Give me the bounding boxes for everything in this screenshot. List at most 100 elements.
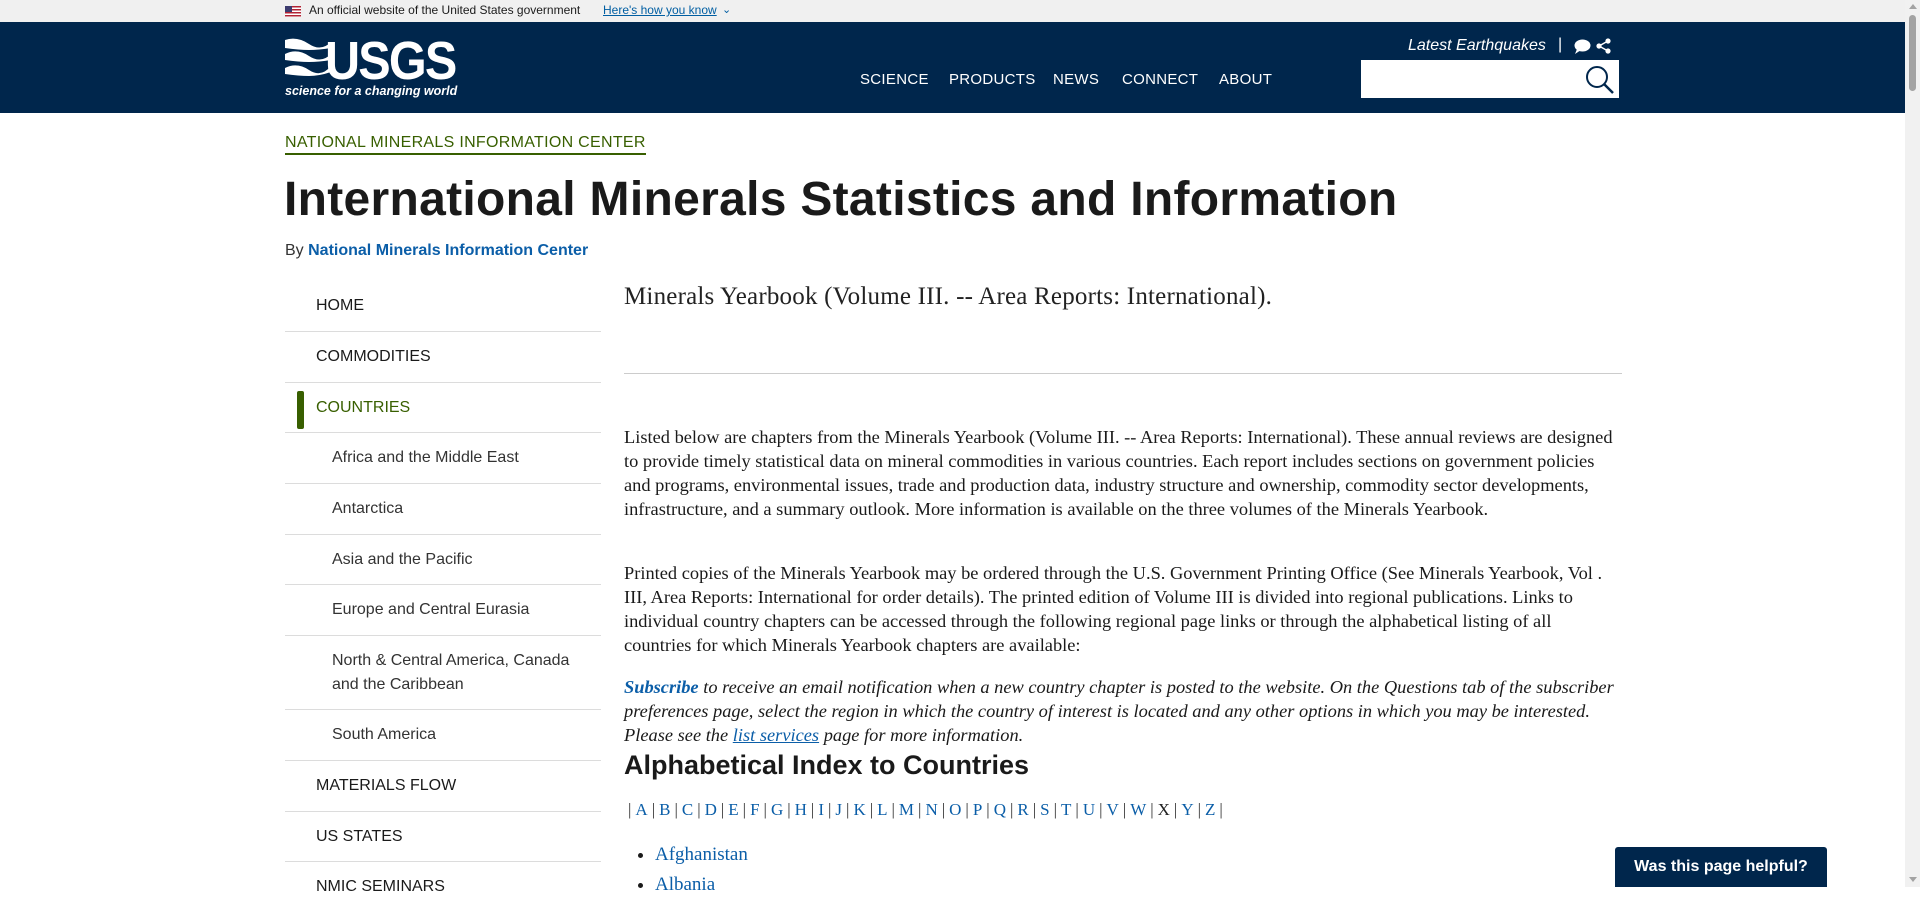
letter-separator: | [846,800,850,819]
letter-separator: | [1219,800,1223,819]
search-input[interactable] [1361,60,1619,98]
chat-icon[interactable] [1574,39,1591,54]
nav-about[interactable]: ABOUT [1219,71,1272,88]
letter-separator: | [810,800,815,819]
letter-link-h[interactable]: H [795,800,807,819]
letter-link-s[interactable]: S [1040,800,1049,819]
scroll-down-icon[interactable] [1909,877,1917,882]
list-services-link[interactable]: list services [733,725,819,745]
letter-separator: | [986,800,990,819]
nav-connect[interactable]: CONNECT [1122,71,1198,88]
intro-paragraph: Listed below are chapters from the Miner… [624,427,1613,519]
nav-news[interactable]: NEWS [1053,71,1099,88]
letter-link-y[interactable]: Y [1181,800,1193,819]
header-separator: | [1558,36,1563,53]
letter-link-v[interactable]: V [1107,800,1119,819]
feedback-button[interactable]: Was this page helpful? [1615,847,1827,887]
letter-link-r[interactable]: R [1017,800,1028,819]
letter-link-a[interactable]: A [635,800,647,819]
author-link[interactable]: National Minerals Information Center [308,242,588,259]
letter-separator: | [1009,800,1014,819]
letter-link-b[interactable]: B [659,800,670,819]
sidebar-item-commodities[interactable]: COMMODITIES [285,332,601,383]
letter-separator: | [965,800,969,819]
sidebar-item-label: HOME [316,297,364,314]
gov-banner-text: An official website of the United States… [309,3,581,17]
printed-copies-paragraph: Printed copies of the Minerals Yearbook … [624,563,1603,655]
latest-earthquakes-link[interactable]: Latest Earthquakes [1408,37,1546,55]
letter-link-f[interactable]: F [750,800,759,819]
active-indicator [297,391,304,429]
nav-products[interactable]: PRODUCTS [949,71,1036,88]
letter-separator: | [1053,800,1058,819]
share-icon[interactable] [1596,38,1611,54]
letter-separator: | [651,800,656,819]
search-icon[interactable] [1583,64,1615,96]
sidebar-item-africa[interactable]: Africa and the Middle East [285,433,601,484]
letter-link-p[interactable]: P [973,800,982,819]
letter-separator: | [787,800,791,819]
letter-separator: | [1173,800,1178,819]
subscribe-link[interactable]: Subscribe [624,677,699,697]
letter-link-l[interactable]: L [877,800,887,819]
letter-link-n[interactable]: N [925,800,937,819]
list-item: Albania [655,870,748,900]
alphabet-index: | A | B | C | D | E | F | G | H | I | J | K | L | M | N | O | P | Q | R | S | T… [624,800,1227,820]
sidebar-item-materials-flow[interactable]: MATERIALS FLOW [285,761,601,812]
letter-link-u[interactable]: U [1083,800,1095,819]
sidebar-item-us-states[interactable]: US STATES [285,812,601,862]
letter-separator: | [828,800,832,819]
nav-science[interactable]: SCIENCE [860,71,929,88]
letter-x: X [1157,800,1170,819]
letter-separator: | [1075,800,1079,819]
letter-separator: | [763,800,767,819]
scroll-up-icon[interactable] [1909,4,1917,9]
heres-how-you-know-link[interactable]: Here's how you know [603,3,717,17]
sidebar-nav: HOME COMMODITIES COUNTRIES Africa and th… [285,281,601,913]
sidebar-item-label: COMMODITIES [316,348,431,365]
letter-separator: | [674,800,678,819]
sidebar-item-home[interactable]: HOME [285,281,601,332]
divider [624,373,1622,374]
letter-link-q[interactable]: Q [994,800,1006,819]
letter-separator: | [1032,800,1037,819]
sidebar-item-north-america[interactable]: North & Central America, Canada and the … [285,636,601,710]
letter-link-j[interactable]: J [835,800,842,819]
letter-link-g[interactable]: G [771,800,783,819]
letter-link-m[interactable]: M [899,800,914,819]
letter-link-d[interactable]: D [705,800,717,819]
sidebar-item-nmic-seminars[interactable]: NMIC SEMINARS [285,862,601,913]
letter-link-i[interactable]: I [818,800,824,819]
sidebar-item-label: Europe and Central Eurasia [332,601,530,618]
sidebar-item-asia[interactable]: Asia and the Pacific [285,535,601,585]
sidebar-item-countries[interactable]: COUNTRIES [285,383,601,433]
logo-text: USGS [325,31,457,91]
sidebar-item-south-america[interactable]: South America [285,710,601,761]
usgs-logo[interactable]: USGS science for a changing world [285,31,467,102]
letter-separator: | [941,800,946,819]
letter-link-e[interactable]: E [728,800,738,819]
letter-separator: | [742,800,747,819]
letter-link-t[interactable]: T [1061,800,1071,819]
letter-link-c[interactable]: C [682,800,693,819]
country-link[interactable]: Afghanistan [655,844,748,865]
letter-separator: | [1197,800,1202,819]
byline-prefix: By [285,242,304,259]
letter-separator: | [1099,800,1103,819]
byline: By National Minerals Information Center [285,242,588,260]
sidebar-item-antarctica[interactable]: Antarctica [285,484,601,535]
letter-link-k[interactable]: K [853,800,865,819]
breadcrumb[interactable]: NATIONAL MINERALS INFORMATION CENTER [285,134,646,155]
country-link[interactable]: Albania [655,874,715,895]
letter-link-z[interactable]: Z [1205,800,1215,819]
sidebar-item-label: South America [332,726,437,743]
scrollbar[interactable] [1905,0,1920,887]
scrollbar-thumb[interactable] [1909,15,1916,91]
content-subtitle: Minerals Yearbook (Volume III. -- Area R… [624,283,1273,310]
sidebar-item-label: Asia and the Pacific [332,551,473,568]
letter-separator: | [720,800,725,819]
chevron-down-icon[interactable]: ⌄ [722,3,731,16]
letter-link-o[interactable]: O [949,800,961,819]
letter-link-w[interactable]: W [1130,800,1146,819]
sidebar-item-europe[interactable]: Europe and Central Eurasia [285,585,601,636]
